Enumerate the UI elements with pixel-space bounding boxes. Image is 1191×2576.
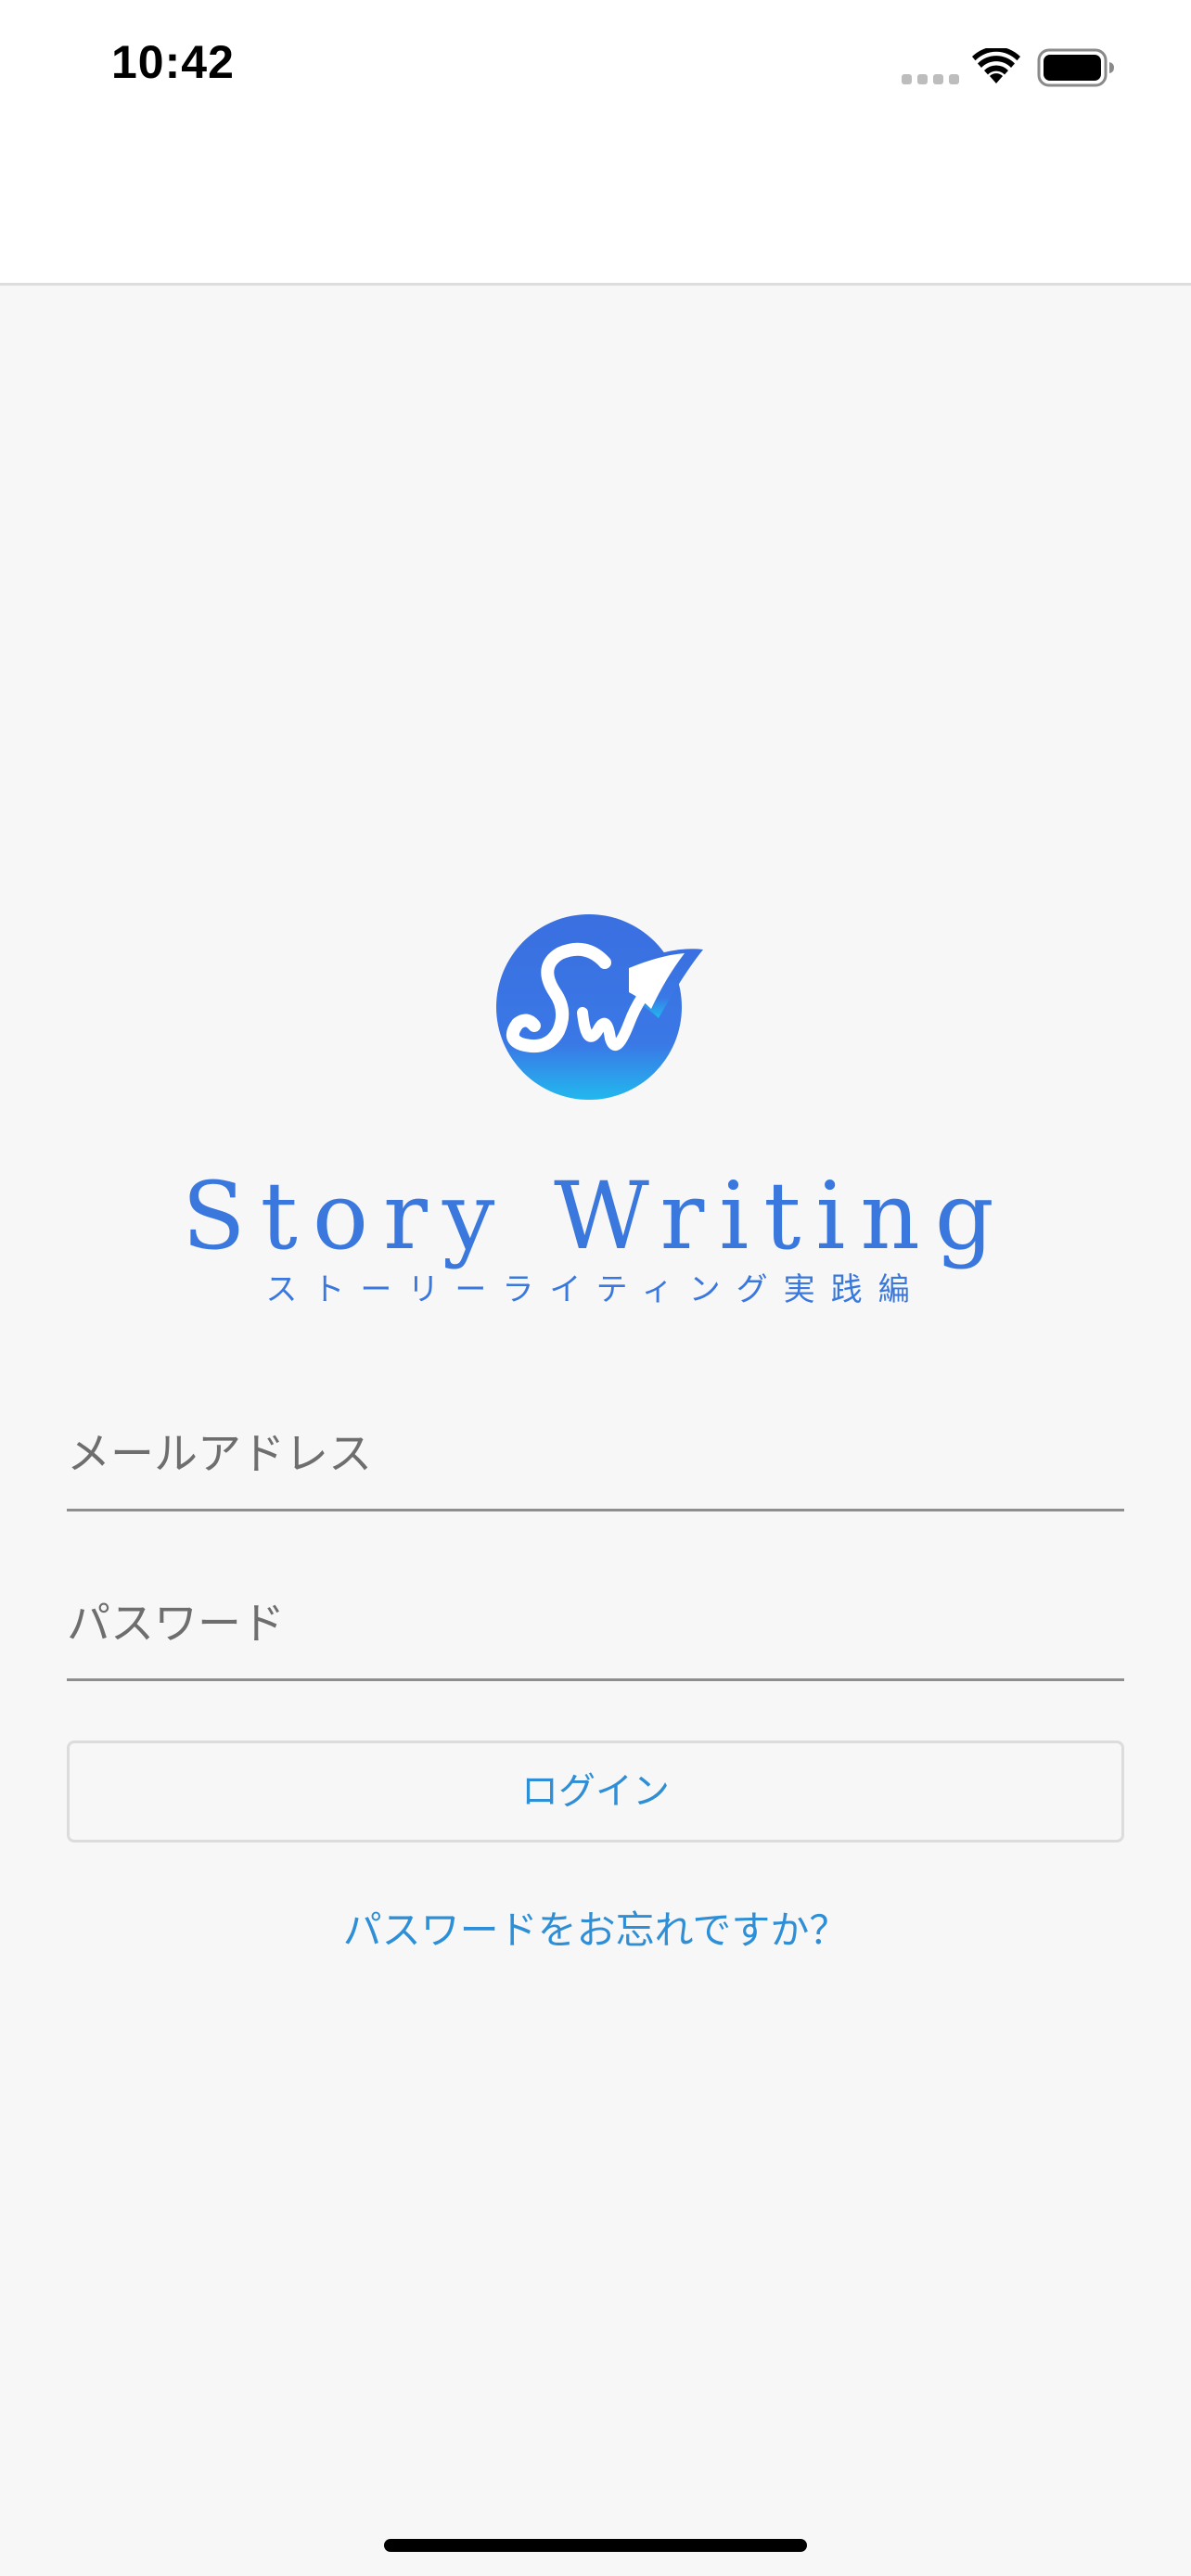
status-time: 10:42 <box>111 36 235 88</box>
forgot-password-link[interactable]: パスワードをお忘れですか？ <box>0 1899 1191 1956</box>
email-field-container <box>67 1400 1124 1511</box>
wifi-icon <box>972 48 1020 83</box>
cellular-signal-icon <box>902 74 959 84</box>
email-input[interactable] <box>67 1400 1124 1509</box>
password-input[interactable] <box>67 1570 1124 1678</box>
app-title: Story Writing <box>182 1162 1009 1270</box>
login-button[interactable]: ログイン <box>67 1741 1124 1843</box>
home-indicator[interactable] <box>384 2539 807 2552</box>
navigation-header: 10:42 <box>0 0 1191 286</box>
app-subtitle: ストーリーライティング実践編 <box>265 1271 926 1308</box>
password-field-container <box>67 1570 1124 1681</box>
story-writing-logo-icon <box>496 914 703 1100</box>
battery-icon <box>1037 48 1114 87</box>
